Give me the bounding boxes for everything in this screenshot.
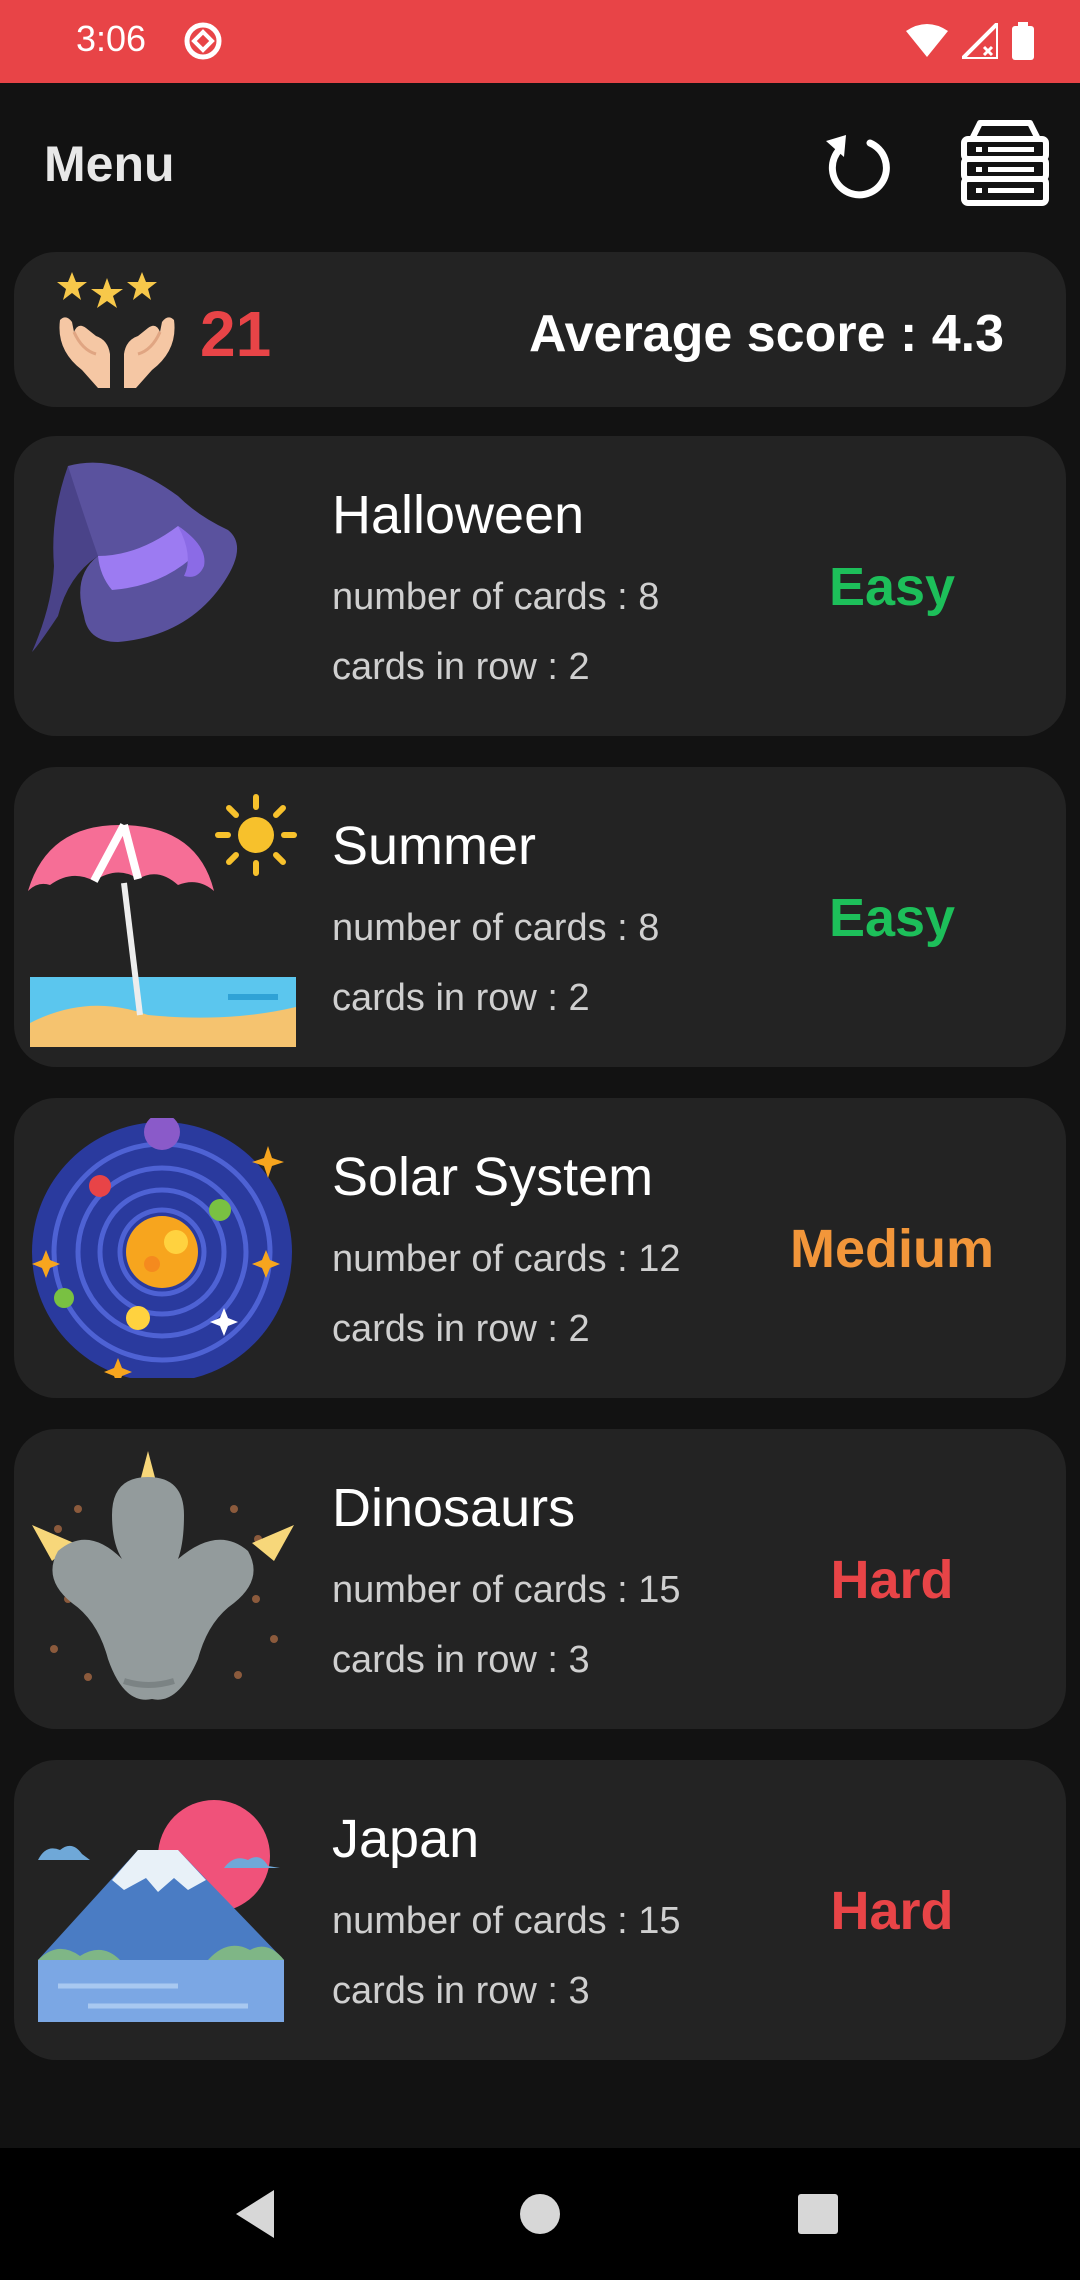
solar-system-icon	[32, 1118, 292, 1378]
mount-fuji-icon	[38, 1800, 284, 2022]
score-summary: 21 Average score : 4.3	[14, 252, 1066, 407]
level-title: Solar System	[332, 1147, 654, 1207]
level-difficulty: Hard	[830, 1881, 954, 1941]
stack-icon[interactable]	[958, 117, 1052, 211]
hands-stars-icon	[57, 272, 175, 388]
level-card-count: number of cards : 15	[332, 1569, 681, 1611]
level-card-solar-system[interactable]: Solar System number of cards : 12 cards …	[14, 1098, 1066, 1398]
level-card-halloween[interactable]: Halloween number of cards : 8 cards in r…	[14, 436, 1066, 736]
average-score: Average score : 4.3	[528, 305, 1004, 363]
back-triangle-icon[interactable]	[226, 2182, 290, 2246]
level-difficulty: Hard	[830, 1550, 954, 1610]
level-card-count: number of cards : 8	[332, 576, 660, 618]
level-difficulty: Easy	[828, 557, 956, 617]
status-bar: 3:06	[0, 0, 1080, 83]
level-card-dinosaurs[interactable]: Dinosaurs number of cards : 15 cards in …	[14, 1429, 1066, 1729]
level-cards-in-row: cards in row : 2	[332, 1308, 590, 1350]
level-cards-in-row: cards in row : 2	[332, 646, 590, 688]
level-difficulty: Medium	[789, 1219, 994, 1279]
level-title: Summer	[332, 816, 537, 876]
witch-hat-icon	[32, 462, 238, 652]
signal-icon	[962, 23, 998, 59]
level-card-count: number of cards : 15	[332, 1900, 681, 1942]
level-card-japan[interactable]: Japan number of cards : 15 cards in row …	[14, 1760, 1066, 2060]
level-cards-in-row: cards in row : 2	[332, 977, 590, 1019]
recents-square-icon[interactable]	[786, 2182, 850, 2246]
level-card-summer[interactable]: Summer number of cards : 8 cards in row …	[14, 767, 1066, 1067]
level-card-count: number of cards : 8	[332, 907, 660, 949]
total-score: 21	[200, 298, 272, 370]
level-title: Halloween	[332, 485, 585, 545]
system-navigation-bar	[0, 2148, 1080, 2280]
beach-umbrella-icon	[28, 794, 297, 1047]
wifi-icon	[906, 24, 948, 57]
level-cards-in-row: cards in row : 3	[332, 1970, 590, 2012]
app-bar: Menu	[0, 83, 1080, 243]
home-circle-icon[interactable]	[508, 2182, 572, 2246]
page-title: Menu	[44, 136, 175, 192]
sync-icon	[184, 22, 222, 60]
level-title: Japan	[332, 1809, 480, 1869]
level-card-count: number of cards : 12	[332, 1238, 681, 1280]
status-time: 3:06	[76, 18, 147, 59]
level-difficulty: Easy	[828, 888, 956, 948]
level-cards-in-row: cards in row : 3	[332, 1639, 590, 1681]
refresh-icon[interactable]	[812, 121, 900, 209]
dinosaur-footprint-icon	[32, 1451, 294, 1700]
level-title: Dinosaurs	[332, 1478, 576, 1538]
battery-icon	[1012, 22, 1034, 60]
